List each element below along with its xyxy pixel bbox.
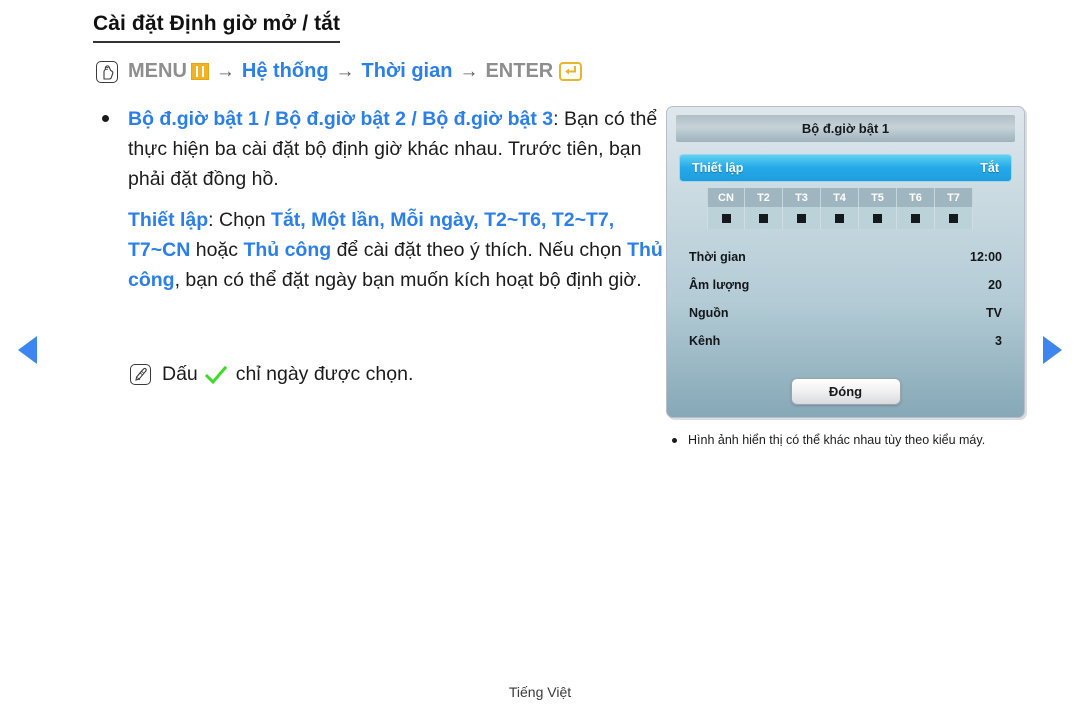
osd-field-value: 12:00 bbox=[970, 250, 1002, 264]
checkbox-mark-icon bbox=[797, 213, 806, 223]
menu-bars-icon bbox=[190, 63, 209, 80]
osd-setup-value: Tắt bbox=[980, 161, 999, 175]
checkbox-mark-icon bbox=[911, 213, 920, 223]
bullet-heading: Bộ đ.giờ bật 1 / Bộ đ.giờ bật 2 / Bộ đ.g… bbox=[128, 108, 554, 130]
osd-day-checkbox[interactable] bbox=[897, 207, 935, 229]
osd-day-t6[interactable]: T6 bbox=[897, 188, 935, 229]
osd-day-t3[interactable]: T3 bbox=[783, 188, 821, 229]
osd-field-source[interactable]: Nguồn TV bbox=[689, 299, 1002, 327]
osd-title: Bộ đ.giờ bật 1 bbox=[676, 115, 1015, 142]
remote-hand-icon bbox=[96, 60, 118, 83]
checkbox-mark-icon bbox=[759, 213, 768, 223]
path-arrow-1: → bbox=[215, 60, 235, 82]
bullet-item-timer-modes: Bộ đ.giờ bật 1 / Bộ đ.giờ bật 2 / Bộ đ.g… bbox=[96, 104, 666, 194]
osd-field-label: Âm lượng bbox=[689, 278, 750, 292]
osd-day-checkbox[interactable] bbox=[859, 207, 897, 229]
menu-path-system: Hệ thống bbox=[241, 60, 329, 82]
osd-setup-row[interactable]: Thiết lập Tắt bbox=[679, 154, 1012, 182]
osd-field-channel[interactable]: Kênh 3 bbox=[689, 327, 1002, 355]
osd-day-label: T3 bbox=[783, 188, 821, 207]
note-pen-icon bbox=[130, 364, 151, 385]
osd-footer: Đóng bbox=[667, 378, 1024, 405]
bullet-heading-colon: : bbox=[553, 108, 559, 130]
menu-label: MENU bbox=[128, 60, 187, 82]
bullet-dot-icon bbox=[102, 115, 109, 122]
green-check-icon bbox=[204, 365, 227, 385]
osd-day-t2[interactable]: T2 bbox=[745, 188, 783, 229]
osd-day-checkbox[interactable] bbox=[745, 207, 783, 229]
bullet-paragraph: Bộ đ.giờ bật 1 / Bộ đ.giờ bật 2 / Bộ đ.g… bbox=[128, 104, 666, 194]
checkbox-mark-icon bbox=[835, 213, 844, 223]
osd-field-value: 3 bbox=[995, 334, 1002, 348]
previous-page-arrow[interactable] bbox=[18, 336, 37, 364]
setup-text-4: , bạn có thể đặt ngày bạn muốn kích hoạt… bbox=[174, 269, 642, 291]
osd-field-value: TV bbox=[986, 306, 1002, 320]
tv-osd-screenshot: Bộ đ.giờ bật 1 Thiết lập Tắt CN T2 T3 T4 bbox=[666, 106, 1025, 418]
osd-field-time[interactable]: Thời gian 12:00 bbox=[689, 243, 1002, 271]
caption-bullet-icon bbox=[672, 438, 677, 443]
enter-return-icon bbox=[559, 62, 583, 81]
path-arrow-2: → bbox=[335, 60, 355, 82]
setup-paragraph: Thiết lập: Chọn Tắt, Một lần, Mỗi ngày, … bbox=[128, 205, 666, 295]
osd-field-label: Kênh bbox=[689, 334, 721, 348]
osd-day-checkbox[interactable] bbox=[783, 207, 821, 229]
checkbox-mark-icon bbox=[873, 213, 882, 223]
caption-text: Hình ảnh hiển thị có thể khác nhau tùy t… bbox=[688, 433, 986, 447]
osd-setup-label: Thiết lập bbox=[692, 161, 744, 175]
path-arrow-3: → bbox=[459, 60, 479, 82]
osd-field-volume[interactable]: Âm lượng 20 bbox=[689, 271, 1002, 299]
osd-day-t4[interactable]: T4 bbox=[821, 188, 859, 229]
osd-day-label: T5 bbox=[859, 188, 897, 207]
note-suffix: chỉ ngày được chọn. bbox=[235, 363, 414, 385]
setup-text-3: để cài đặt theo ý thích. Nếu chọn bbox=[331, 239, 628, 261]
osd-day-checkbox[interactable] bbox=[821, 207, 859, 229]
next-page-arrow[interactable] bbox=[1043, 336, 1062, 364]
checkbox-mark-icon bbox=[721, 213, 731, 223]
osd-day-label: T2 bbox=[745, 188, 783, 207]
page-title: Cài đặt Định giờ mở / tắt bbox=[93, 12, 341, 43]
checkbox-mark-icon bbox=[949, 213, 958, 223]
bullet-item-setup: Thiết lập: Chọn Tắt, Một lần, Mỗi ngày, … bbox=[96, 205, 666, 295]
menu-path-breadcrumb: MENU → Hệ thống → Thời gian → ENTER bbox=[96, 60, 583, 83]
osd-field-label: Thời gian bbox=[689, 250, 746, 264]
setup-manual-option-1: Thủ công bbox=[243, 239, 332, 261]
osd-field-label: Nguồn bbox=[689, 306, 729, 320]
body-content: Bộ đ.giờ bật 1 / Bộ đ.giờ bật 2 / Bộ đ.g… bbox=[96, 104, 666, 306]
osd-day-label: CN bbox=[707, 188, 745, 207]
setup-label: Thiết lập bbox=[128, 209, 209, 231]
osd-day-checkbox[interactable] bbox=[707, 207, 745, 229]
osd-day-label: T7 bbox=[935, 188, 973, 207]
osd-day-t5[interactable]: T5 bbox=[859, 188, 897, 229]
setup-text-2: hoặc bbox=[190, 239, 244, 261]
osd-panel: Bộ đ.giờ bật 1 Thiết lập Tắt CN T2 T3 T4 bbox=[666, 106, 1025, 418]
note-prefix: Dấu bbox=[162, 363, 198, 385]
osd-day-label: T4 bbox=[821, 188, 859, 207]
page-footer: Tiếng Việt bbox=[508, 684, 572, 700]
osd-field-value: 20 bbox=[988, 278, 1002, 292]
osd-field-list: Thời gian 12:00 Âm lượng 20 Nguồn TV Kên… bbox=[689, 243, 1002, 355]
osd-day-selector[interactable]: CN T2 T3 T4 T5 T6 T7 bbox=[707, 188, 1024, 229]
osd-day-t7[interactable]: T7 bbox=[935, 188, 973, 229]
osd-day-cn[interactable]: CN bbox=[707, 188, 745, 229]
osd-day-label: T6 bbox=[897, 188, 935, 207]
close-button[interactable]: Đóng bbox=[790, 378, 901, 405]
note-line: Dấu chỉ ngày được chọn. bbox=[130, 363, 413, 386]
menu-path-time: Thời gian bbox=[361, 60, 453, 82]
osd-day-checkbox[interactable] bbox=[935, 207, 973, 229]
setup-text-1: : Chọn bbox=[208, 209, 272, 231]
enter-label: ENTER bbox=[485, 60, 554, 82]
osd-caption: Hình ảnh hiển thị có thể khác nhau tùy t… bbox=[666, 432, 1038, 449]
